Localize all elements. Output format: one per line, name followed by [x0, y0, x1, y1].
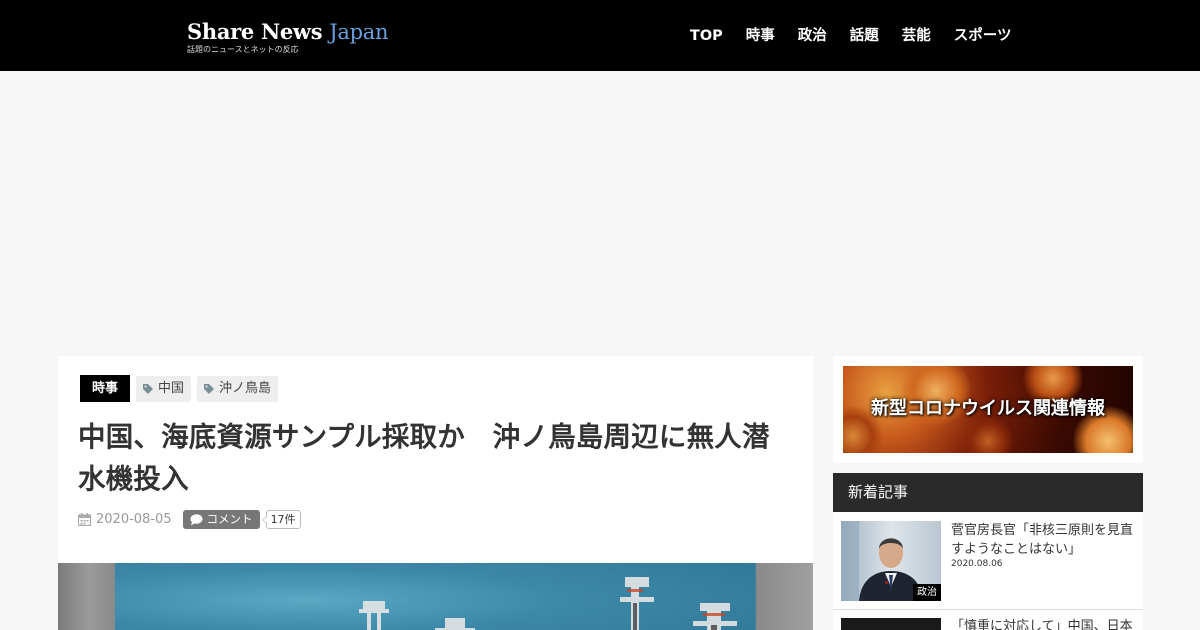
news-thumbnail: 政治: [841, 521, 941, 601]
logo-wordmark: Share News Japan: [187, 19, 389, 45]
tag-icon: [204, 383, 215, 394]
news-thumbnail: [841, 618, 941, 630]
article-tags: 時事 中国 沖ノ鳥島: [80, 375, 284, 402]
comment-label: コメント: [206, 512, 253, 526]
hero-photo-sea: [115, 563, 755, 630]
article-date: 2020-08-05: [96, 512, 172, 527]
nav-item-sports[interactable]: スポーツ: [942, 26, 1023, 46]
list-item[interactable]: 「慎重に対応して」中国、日本: [833, 610, 1143, 630]
corona-banner[interactable]: 新型コロナウイルス関連情報: [843, 366, 1133, 453]
comment-count[interactable]: 17件: [261, 510, 301, 529]
site-logo[interactable]: Share News Japan 話題のニュースとネットの反応: [187, 20, 388, 55]
news-date: 2020.08.06: [951, 559, 1003, 569]
comment-button[interactable]: コメント: [182, 510, 260, 529]
logo-tagline: 話題のニュースとネットの反応: [187, 45, 299, 54]
corona-banner-text: 新型コロナウイルス関連情報: [871, 398, 1105, 419]
nav-item-top[interactable]: TOP: [678, 26, 734, 46]
news-title[interactable]: 菅官房長官「非核三原則を見直すようなことはない」: [951, 521, 1137, 559]
speech-bubble-icon: [190, 513, 203, 525]
corona-banner-widget: 新型コロナウイルス関連情報: [833, 356, 1143, 463]
tag-icon: [143, 383, 154, 394]
article-card: 時事 中国 沖ノ鳥島 中国、海底資源サンプル採取か 沖ノ鳥島周辺に無人潜水機投入…: [58, 356, 813, 630]
site-header: Share News Japan 話題のニュースとネットの反応 TOP 時事 政…: [0, 0, 1200, 71]
nav-item-topics[interactable]: 話題: [838, 26, 890, 46]
new-posts-list: 政治 菅官房長官「非核三原則を見直すようなことはない」 2020.08.06 「…: [833, 512, 1143, 630]
hero-ship-structures: [359, 577, 737, 630]
tag-okinotorishima[interactable]: 沖ノ鳥島: [197, 375, 279, 402]
nav-item-news[interactable]: 時事: [734, 26, 786, 46]
main-nav: TOP 時事 政治 話題 芸能 スポーツ: [678, 26, 1023, 46]
news-title[interactable]: 「慎重に対応して」中国、日本: [951, 617, 1137, 630]
new-posts-heading: 新着記事: [833, 473, 1143, 512]
article-hero-image: [58, 563, 813, 630]
calendar-icon: [78, 513, 91, 526]
logo-accent-text: Japan: [329, 20, 389, 44]
nav-item-politics[interactable]: 政治: [786, 26, 838, 46]
tag-label: 中国: [158, 380, 185, 396]
article-meta: 2020-08-05 コメント 17件: [78, 510, 301, 529]
category-badge[interactable]: 時事: [80, 375, 131, 402]
category-badge: 政治: [913, 584, 941, 601]
list-item[interactable]: 政治 菅官房長官「非核三原則を見直すようなことはない」 2020.08.06: [833, 512, 1143, 610]
article-title: 中国、海底資源サンプル採取か 沖ノ鳥島周辺に無人潜水機投入: [78, 421, 770, 495]
nav-item-entertainment[interactable]: 芸能: [890, 26, 942, 46]
logo-main-text: Share News: [187, 19, 323, 44]
tag-label: 沖ノ鳥島: [219, 380, 272, 396]
tag-china[interactable]: 中国: [136, 375, 192, 402]
